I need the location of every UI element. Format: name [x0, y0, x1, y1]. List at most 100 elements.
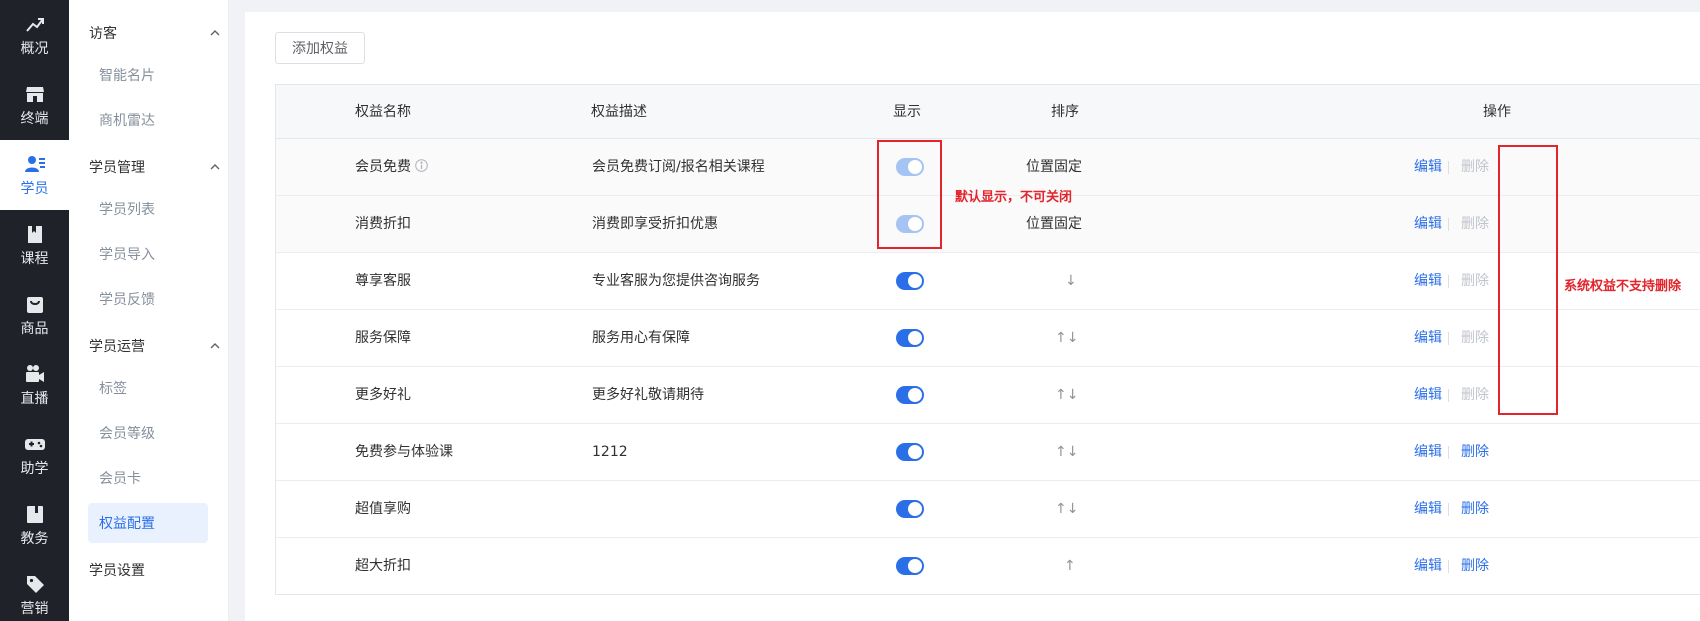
- chart-up-icon: [25, 18, 44, 32]
- rail-label: 营销: [20, 601, 49, 617]
- edit-link[interactable]: 编辑: [1414, 538, 1442, 595]
- rail-item-terminal[interactable]: 终端: [0, 70, 69, 140]
- rail-item-students[interactable]: 学员: [0, 140, 69, 210]
- menu-group-student-manage[interactable]: 学员管理: [89, 155, 221, 179]
- sort-arrows[interactable]: ↓: [1065, 253, 1077, 310]
- benefit-description: 消费即享受折扣优惠: [592, 216, 718, 232]
- edit-link[interactable]: 编辑: [1414, 481, 1442, 538]
- toggle-knob: [908, 274, 922, 288]
- action-divider: [1448, 446, 1449, 459]
- delete-link: 删除: [1461, 159, 1489, 175]
- gamepad-icon: [24, 439, 45, 450]
- table-row: 服务保障 服务用心有保障 ↑↓ 编辑 删除: [276, 310, 1700, 367]
- benefit-name: 消费折扣: [355, 216, 411, 232]
- edit-link[interactable]: 编辑: [1414, 139, 1442, 196]
- add-benefit-button[interactable]: 添加权益: [275, 32, 365, 64]
- delete-link[interactable]: 删除: [1461, 538, 1489, 595]
- action-divider: [1448, 560, 1449, 573]
- app: 概况 终端 学员 课程 商品 直播 助学 教务 营销 访客 智能名片 商机雷达 …: [0, 0, 1700, 621]
- menu-item-benefit-config[interactable]: 权益配置: [88, 503, 208, 543]
- users-icon: [24, 156, 45, 172]
- rail-label: 直播: [20, 391, 49, 407]
- menu-item-student-list[interactable]: 学员列表: [88, 189, 208, 229]
- edit-link[interactable]: 编辑: [1414, 196, 1442, 253]
- display-toggle[interactable]: [896, 500, 924, 518]
- menu-group-label: 学员运营: [89, 339, 145, 355]
- sort-arrows[interactable]: ↑↓: [1055, 481, 1078, 538]
- rail-item-academic[interactable]: 教务: [0, 490, 69, 560]
- header-display: 显示: [893, 104, 921, 120]
- rail-label: 助学: [20, 461, 49, 477]
- menu-group-visitor[interactable]: 访客: [89, 21, 221, 45]
- rail-item-assist[interactable]: 助学: [0, 420, 69, 490]
- display-toggle[interactable]: [896, 557, 924, 575]
- display-toggle[interactable]: [896, 329, 924, 347]
- edit-link[interactable]: 编辑: [1414, 424, 1442, 481]
- benefit-name: 尊享客服: [355, 273, 411, 289]
- annotation-box-display: [877, 140, 942, 249]
- menu-item-lead-radar[interactable]: 商机雷达: [88, 100, 208, 140]
- benefit-description: 1212: [592, 444, 628, 460]
- sort-arrows[interactable]: ↑↓: [1055, 310, 1078, 367]
- rail-label: 教务: [20, 531, 49, 547]
- benefit-description: 会员免费订阅/报名相关课程: [592, 159, 765, 175]
- info-icon[interactable]: [415, 159, 428, 172]
- annotation-note-display: 默认显示，不可关闭: [955, 190, 1073, 205]
- menu-group-label: 学员管理: [89, 160, 145, 176]
- sort-arrows[interactable]: ↑↓: [1055, 424, 1078, 481]
- rail-item-goods[interactable]: 商品: [0, 280, 69, 350]
- sort-arrows[interactable]: ↑↓: [1055, 367, 1078, 424]
- header-name: 权益名称: [355, 104, 411, 120]
- action-divider: [1448, 218, 1449, 231]
- display-toggle[interactable]: [896, 272, 924, 290]
- delete-link[interactable]: 删除: [1461, 481, 1489, 538]
- edit-link[interactable]: 编辑: [1414, 253, 1442, 310]
- benefit-name: 免费参与体验课: [355, 444, 453, 460]
- rail-label: 概况: [20, 41, 49, 57]
- video-camera-icon: [25, 365, 44, 382]
- secondary-menu: 访客 智能名片 商机雷达 学员管理 学员列表 学员导入 学员反馈 学员运营 标签…: [69, 0, 229, 621]
- menu-group-label: 学员设置: [89, 563, 145, 579]
- benefit-table: 权益名称 权益描述 显示 排序 操作 会员免费 会员免费订阅/报名相关课程 位置…: [275, 84, 1700, 595]
- chevron-up-icon: [210, 30, 220, 36]
- delete-link: 删除: [1461, 273, 1489, 289]
- table-row: 免费参与体验课 1212 ↑↓ 编辑 删除: [276, 424, 1700, 481]
- content-panel: 添加权益 权益名称 权益描述 显示 排序 操作 会员免费 会员免费订阅/报名相关…: [245, 12, 1700, 621]
- chevron-up-icon: [210, 343, 220, 349]
- header-sort: 排序: [1051, 104, 1079, 120]
- menu-group-student-settings[interactable]: 学员设置: [89, 558, 221, 582]
- menu-item-member-card[interactable]: 会员卡: [88, 458, 208, 498]
- rail-label: 学员: [20, 181, 49, 197]
- menu-item-member-level[interactable]: 会员等级: [88, 413, 208, 453]
- delete-link: 删除: [1461, 216, 1489, 232]
- rail-item-live[interactable]: 直播: [0, 350, 69, 420]
- notebook-icon: [26, 506, 43, 523]
- edit-link[interactable]: 编辑: [1414, 367, 1442, 424]
- annotation-box-delete: [1498, 145, 1558, 415]
- rail-label: 商品: [20, 321, 49, 337]
- benefit-description: 专业客服为您提供咨询服务: [592, 273, 760, 289]
- menu-item-tags[interactable]: 标签: [88, 368, 208, 408]
- delete-link[interactable]: 删除: [1461, 424, 1489, 481]
- rail-item-course[interactable]: 课程: [0, 210, 69, 280]
- table-row: 尊享客服 专业客服为您提供咨询服务 ↓ 编辑 删除: [276, 253, 1700, 310]
- display-toggle[interactable]: [896, 386, 924, 404]
- action-divider: [1448, 389, 1449, 402]
- table-header: 权益名称 权益描述 显示 排序 操作: [276, 85, 1700, 139]
- rail-item-overview[interactable]: 概况: [0, 0, 69, 70]
- menu-item-student-feedback[interactable]: 学员反馈: [88, 279, 208, 319]
- delete-link: 删除: [1461, 330, 1489, 346]
- store-icon: [25, 87, 44, 102]
- menu-item-smart-card[interactable]: 智能名片: [88, 55, 208, 95]
- toggle-knob: [908, 331, 922, 345]
- table-row: 超大折扣 ↑ 编辑 删除: [276, 538, 1700, 595]
- menu-item-student-import[interactable]: 学员导入: [88, 234, 208, 274]
- sort-arrows[interactable]: ↑: [1064, 538, 1076, 595]
- benefit-name-cell: 会员免费: [355, 139, 428, 196]
- rail-item-marketing[interactable]: 营销: [0, 560, 69, 621]
- action-divider: [1448, 161, 1449, 174]
- display-toggle[interactable]: [896, 443, 924, 461]
- table-row: 更多好礼 更多好礼敬请期待 ↑↓ 编辑 删除: [276, 367, 1700, 424]
- menu-group-student-ops[interactable]: 学员运营: [89, 334, 221, 358]
- edit-link[interactable]: 编辑: [1414, 310, 1442, 367]
